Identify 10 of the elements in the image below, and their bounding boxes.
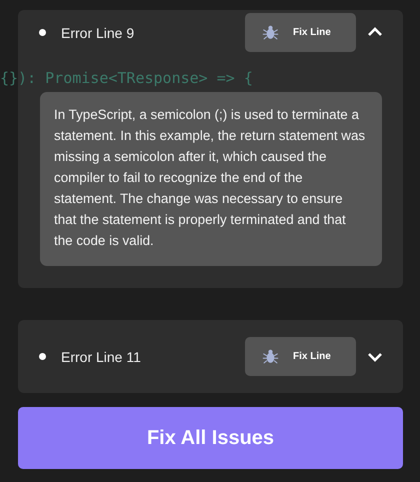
bug-icon [262, 24, 279, 41]
explanation-text: In TypeScript, a semicolon (;) is used to terminate a statement. In this example, the return statement was missing a semicolon after it, which caused the compiler to fail to recognize the end of the statement. The change was necessary to ensure that the statement is properly terminated and that the code is valid. [40, 92, 382, 266]
bullet-icon [39, 353, 46, 360]
code-line: {}): Promise<TResponse> => { [0, 69, 254, 89]
error-title: Error Line 11 [61, 348, 142, 364]
bullet-icon [39, 29, 46, 36]
fix-line-button[interactable]: Fix Line [245, 337, 356, 376]
bug-icon [262, 348, 279, 365]
fix-line-button[interactable]: Fix Line [245, 13, 356, 52]
error-title: Error Line 9 [61, 24, 136, 40]
